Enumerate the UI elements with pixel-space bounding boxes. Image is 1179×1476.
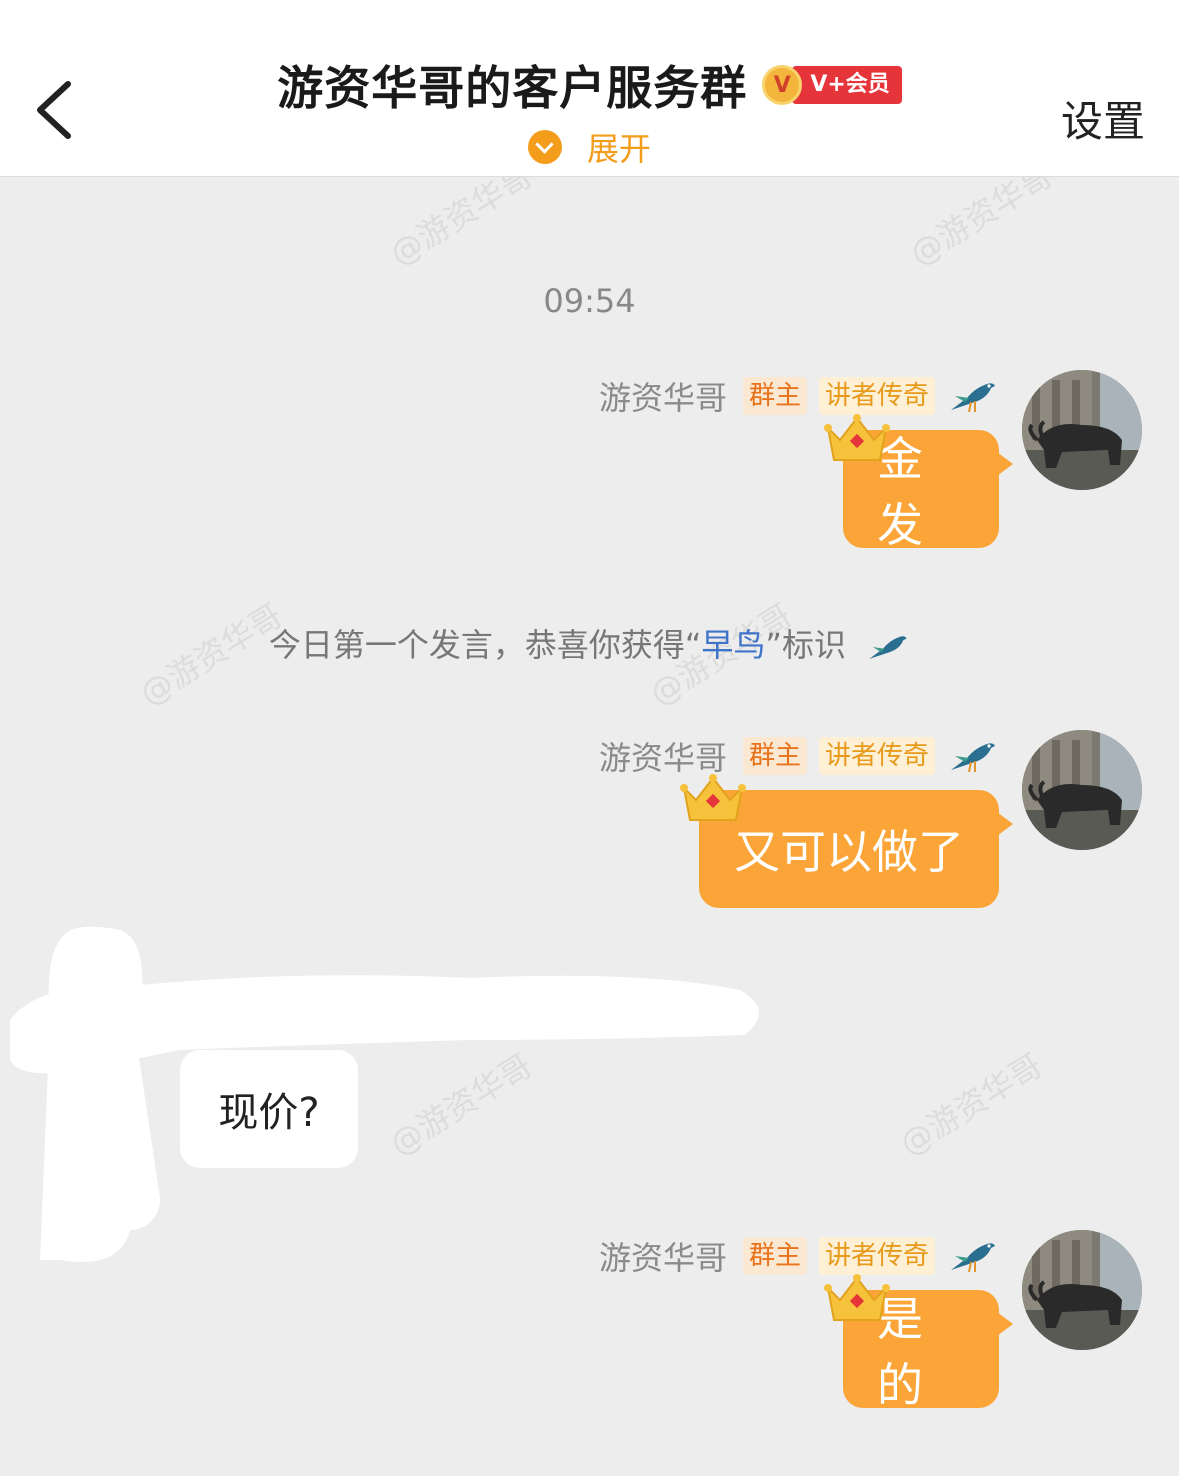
watermark: @游资华哥 (893, 1046, 1049, 1164)
system-notice: 今日第一个发言，恭喜你获得“早鸟”标识 (0, 620, 1179, 666)
owner-tag: 群主 (742, 737, 807, 775)
crown-icon (680, 774, 746, 821)
sender-row: 游资华哥 群主 讲者传奇 (599, 374, 999, 418)
early-bird-icon (951, 1243, 995, 1273)
sender-name[interactable]: 游资华哥 (599, 1233, 727, 1279)
early-bird-label[interactable]: 早鸟 (701, 626, 765, 664)
expand-button[interactable]: 展开 (0, 124, 1179, 168)
message-timestamp: 09:54 (543, 282, 636, 320)
title-row: 游资华哥的客户服务群 V V+会员 (0, 52, 1179, 115)
avatar[interactable] (1022, 370, 1142, 490)
crown-icon (824, 1274, 890, 1321)
legend-tag: 讲者传奇 (818, 737, 935, 775)
sender-name[interactable]: 游资华哥 (599, 373, 727, 419)
bull-avatar-image (1022, 1230, 1142, 1350)
redaction-scribble (10, 926, 759, 1262)
chevron-down-icon (527, 130, 562, 164)
vip-badge[interactable]: V V+会员 (762, 65, 902, 105)
sender-row: 游资华哥 群主 讲者传奇 (599, 1234, 999, 1278)
system-notice-suffix: ”标识 (765, 626, 847, 664)
crown-icon (824, 414, 890, 461)
early-bird-icon (951, 743, 995, 773)
group-title: 游资华哥的客户服务群 (277, 61, 748, 115)
sender-row: 游资华哥 群主 讲者传奇 (599, 734, 999, 778)
early-bird-icon (951, 383, 995, 413)
settings-button[interactable]: 设置 (1061, 88, 1145, 149)
owner-tag: 群主 (742, 1237, 807, 1275)
incoming-message[interactable]: 现价? (180, 1050, 358, 1168)
system-notice-prefix: 今日第一个发言，恭喜你获得“ (268, 626, 702, 664)
vip-label: V+会员 (792, 66, 902, 104)
avatar[interactable] (1022, 730, 1142, 850)
owner-tag: 群主 (742, 377, 807, 415)
bull-avatar-image (1022, 730, 1142, 850)
early-bird-icon (869, 636, 907, 659)
chat-header: 游资华哥的客户服务群 V V+会员 展开 设置 (0, 0, 1179, 177)
expand-label: 展开 (587, 130, 652, 168)
bull-avatar-image (1022, 370, 1142, 490)
avatar[interactable] (1022, 1230, 1142, 1350)
